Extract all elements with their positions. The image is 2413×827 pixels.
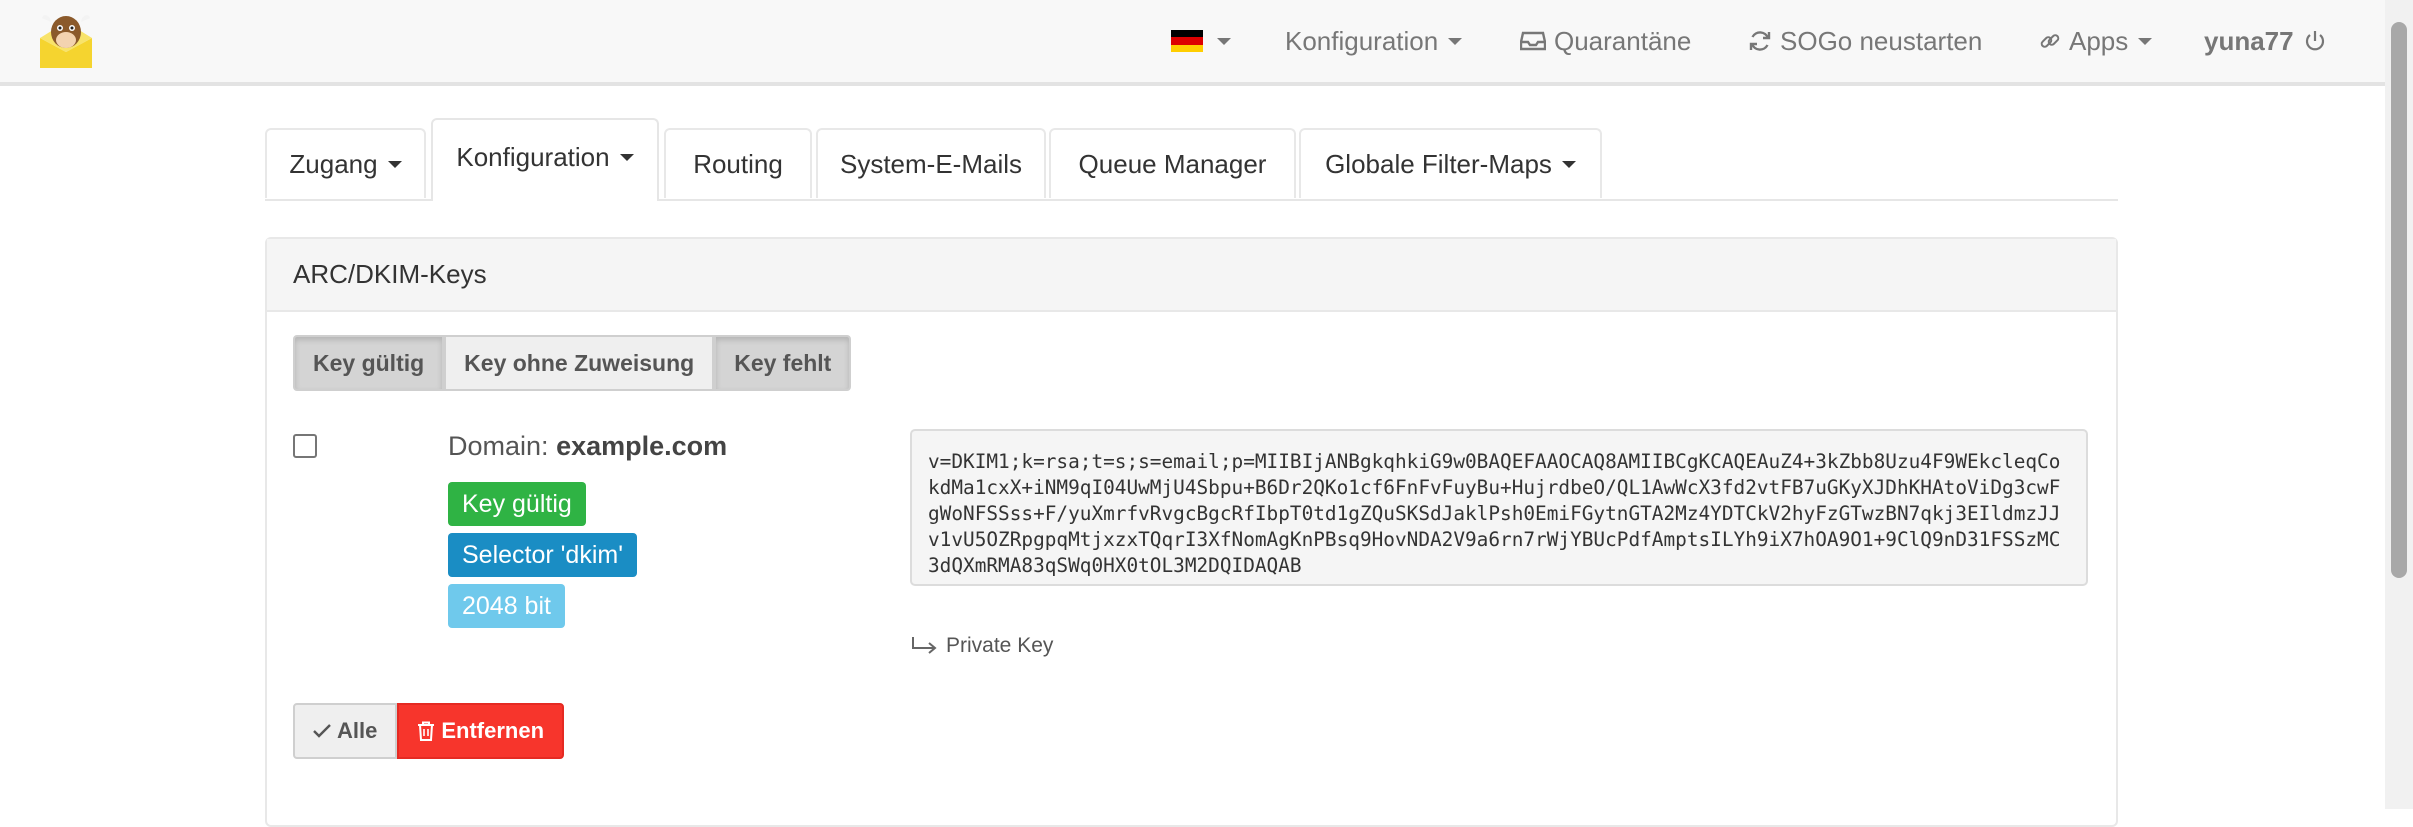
tab-label: Zugang [289, 148, 378, 179]
chevron-down-icon [1561, 160, 1576, 168]
nav-sogo-restart[interactable]: SOGo neustarten [1748, 0, 1982, 82]
check-icon [313, 724, 331, 738]
admin-tabs: Zugang Konfiguration Routing System-E-Ma… [265, 118, 2118, 201]
dkim-keys-panel: ARC/DKIM-Keys Key gültig Key ohne Zuweis… [265, 237, 2118, 827]
domain-prefix: Domain: [448, 431, 549, 461]
chevron-down-icon [387, 160, 402, 168]
nav-config-dropdown[interactable]: Konfiguration [1285, 0, 1463, 82]
tab-zugang[interactable]: Zugang [265, 128, 426, 198]
domain-value: example.com [556, 431, 728, 461]
nav-sogo-label: SOGo neustarten [1780, 25, 1983, 56]
scrollbar-thumb[interactable] [2391, 22, 2407, 578]
nav-apps-dropdown[interactable]: Apps [2039, 0, 2153, 82]
bulk-action-group: Alle Entfernen [293, 703, 565, 759]
language-dropdown[interactable] [1171, 0, 1231, 82]
dkim-select-checkbox[interactable] [293, 434, 317, 458]
page-scrollbar[interactable] [2385, 0, 2413, 809]
tab-konfiguration[interactable]: Konfiguration [431, 118, 659, 201]
tab-routing[interactable]: Routing [664, 128, 812, 198]
filter-key-valid-button[interactable]: Key gültig [293, 335, 445, 391]
panel-title: ARC/DKIM-Keys [267, 239, 2116, 312]
dkim-public-key-record[interactable]: v=DKIM1;k=rsa;t=s;s=email;p=MIIBIjANBgkq… [910, 429, 2088, 586]
dkim-domain: Domain: example.com [448, 431, 727, 462]
tab-label: Konfiguration [456, 142, 610, 172]
link-icon [2039, 30, 2061, 52]
tab-label: Queue Manager [1078, 148, 1267, 179]
select-all-button[interactable]: Alle [293, 703, 398, 759]
flag-de-icon [1171, 30, 1203, 52]
username: yuna77 [2204, 25, 2294, 56]
nav-apps-label: Apps [2069, 25, 2129, 56]
select-all-label: Alle [337, 718, 378, 743]
nav-quarantine[interactable]: Quarantäne [1520, 0, 1691, 82]
label-key-valid: Key gültig [448, 482, 586, 526]
trash-icon [418, 721, 435, 741]
tab-system-emails[interactable]: System-E-Mails [816, 128, 1046, 198]
private-key-label: Private Key [946, 634, 1054, 657]
power-icon [2304, 29, 2326, 53]
filter-key-unassigned-button[interactable]: Key ohne Zuweisung [444, 335, 715, 391]
chevron-down-icon [1448, 37, 1463, 45]
top-navbar: Konfiguration Quarantäne SOGo neustarten… [0, 0, 2385, 86]
remove-label: Entfernen [441, 718, 545, 743]
remove-button[interactable]: Entfernen [397, 703, 565, 759]
nav-quarantine-label: Quarantäne [1554, 25, 1692, 56]
tab-label: Globale Filter-Maps [1325, 148, 1552, 179]
mailcow-logo[interactable] [34, 8, 98, 72]
nav-user-logout[interactable]: yuna77 [2204, 0, 2334, 82]
dkim-filter-group: Key gültig Key ohne Zuweisung Key fehlt [293, 335, 852, 391]
label-selector: Selector 'dkim' [448, 533, 637, 577]
tab-queue-manager[interactable]: Queue Manager [1049, 128, 1296, 198]
tab-global-filter-maps[interactable]: Globale Filter-Maps [1299, 128, 1602, 198]
tab-label: System-E-Mails [839, 148, 1022, 179]
chevron-down-icon [619, 154, 634, 161]
chevron-down-icon [2138, 37, 2153, 45]
arrow-return-icon [912, 637, 937, 654]
tab-label: Routing [693, 148, 783, 179]
filter-key-missing-button[interactable]: Key fehlt [714, 335, 852, 391]
nav-config-label: Konfiguration [1285, 25, 1439, 56]
refresh-icon [1748, 29, 1772, 53]
inbox-tray-icon [1520, 31, 1546, 51]
private-key-toggle[interactable]: Private Key [910, 634, 1053, 658]
label-key-bits: 2048 bit [448, 584, 565, 628]
